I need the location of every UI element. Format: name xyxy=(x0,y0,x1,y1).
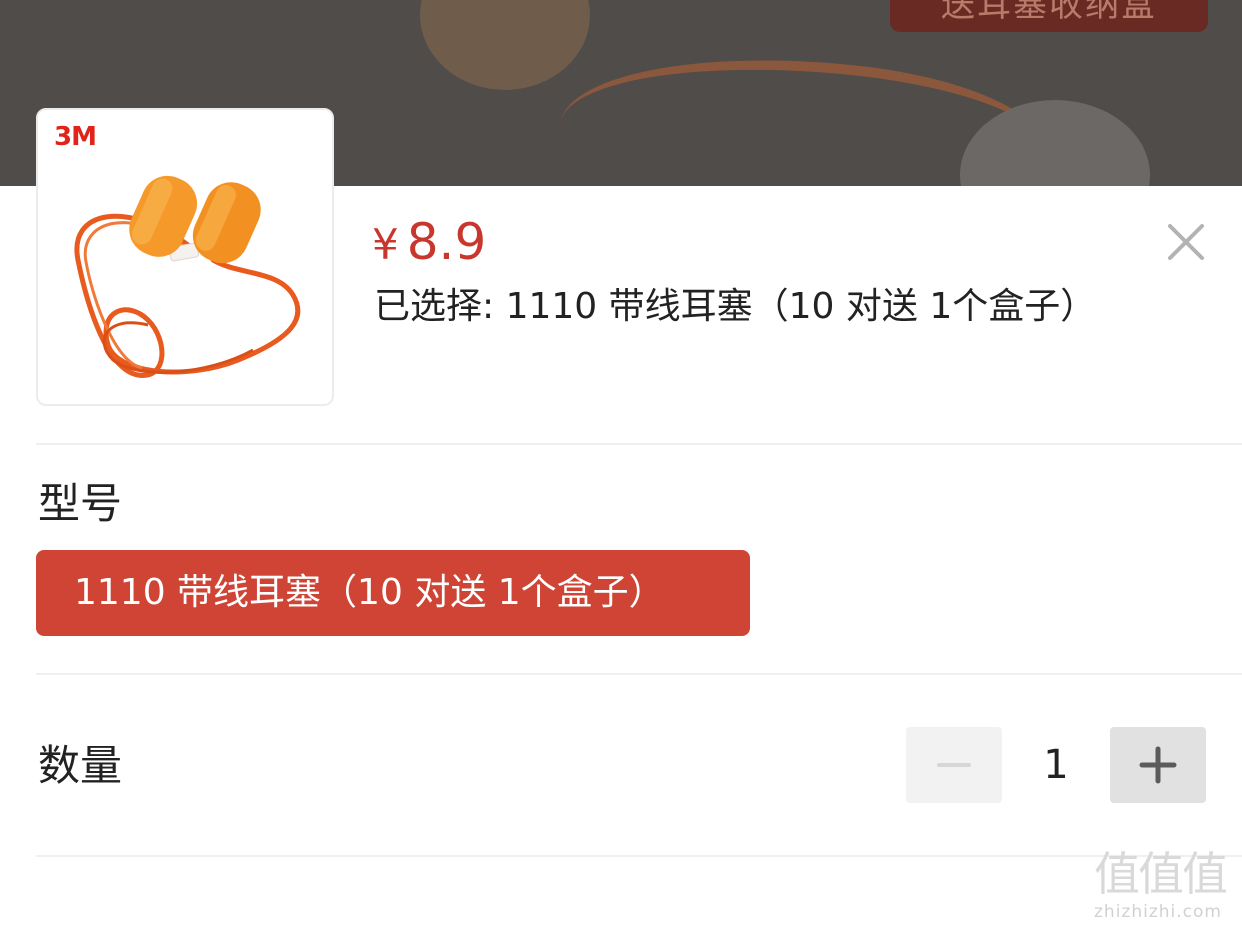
divider xyxy=(36,443,1242,445)
close-icon xyxy=(1168,224,1204,260)
model-section-title: 型号 xyxy=(38,479,123,528)
price: ¥8.9 xyxy=(372,212,486,275)
promo-banner: 送耳塞收纳盒 xyxy=(890,0,1208,32)
plus-icon xyxy=(1139,746,1177,784)
earplugs-image xyxy=(74,175,301,378)
watermark-site: zhizhizhi.com xyxy=(1094,902,1222,922)
quantity-section-title: 数量 xyxy=(38,741,123,790)
price-currency: ¥ xyxy=(372,220,399,269)
product-thumbnail: 3M xyxy=(36,108,334,406)
price-value: 8.9 xyxy=(406,213,487,271)
close-button[interactable] xyxy=(1162,218,1210,266)
brand-logo: 3M xyxy=(54,122,97,152)
sku-selector-page: 送耳塞收纳盒 3M ¥8.9 已选择: 1110 带线耳塞（10 对送 1个盒子… xyxy=(0,0,1242,930)
divider xyxy=(36,855,1242,857)
quantity-increment-button[interactable] xyxy=(1110,727,1206,803)
quantity-value[interactable]: 1 xyxy=(1002,727,1110,803)
earplug-photo-shape xyxy=(420,0,590,90)
divider xyxy=(36,673,1242,675)
model-option-selected[interactable]: 1110 带线耳塞（10 对送 1个盒子） xyxy=(36,550,750,636)
minus-icon xyxy=(937,763,971,767)
selected-variant-text: 已选择: 1110 带线耳塞（10 对送 1个盒子） xyxy=(374,286,1097,327)
watermark-glyphs: 值值值 xyxy=(1094,847,1228,901)
site-watermark: 值值值 zhizhizhi.com xyxy=(1094,846,1242,922)
quantity-decrement-button[interactable] xyxy=(906,727,1002,803)
